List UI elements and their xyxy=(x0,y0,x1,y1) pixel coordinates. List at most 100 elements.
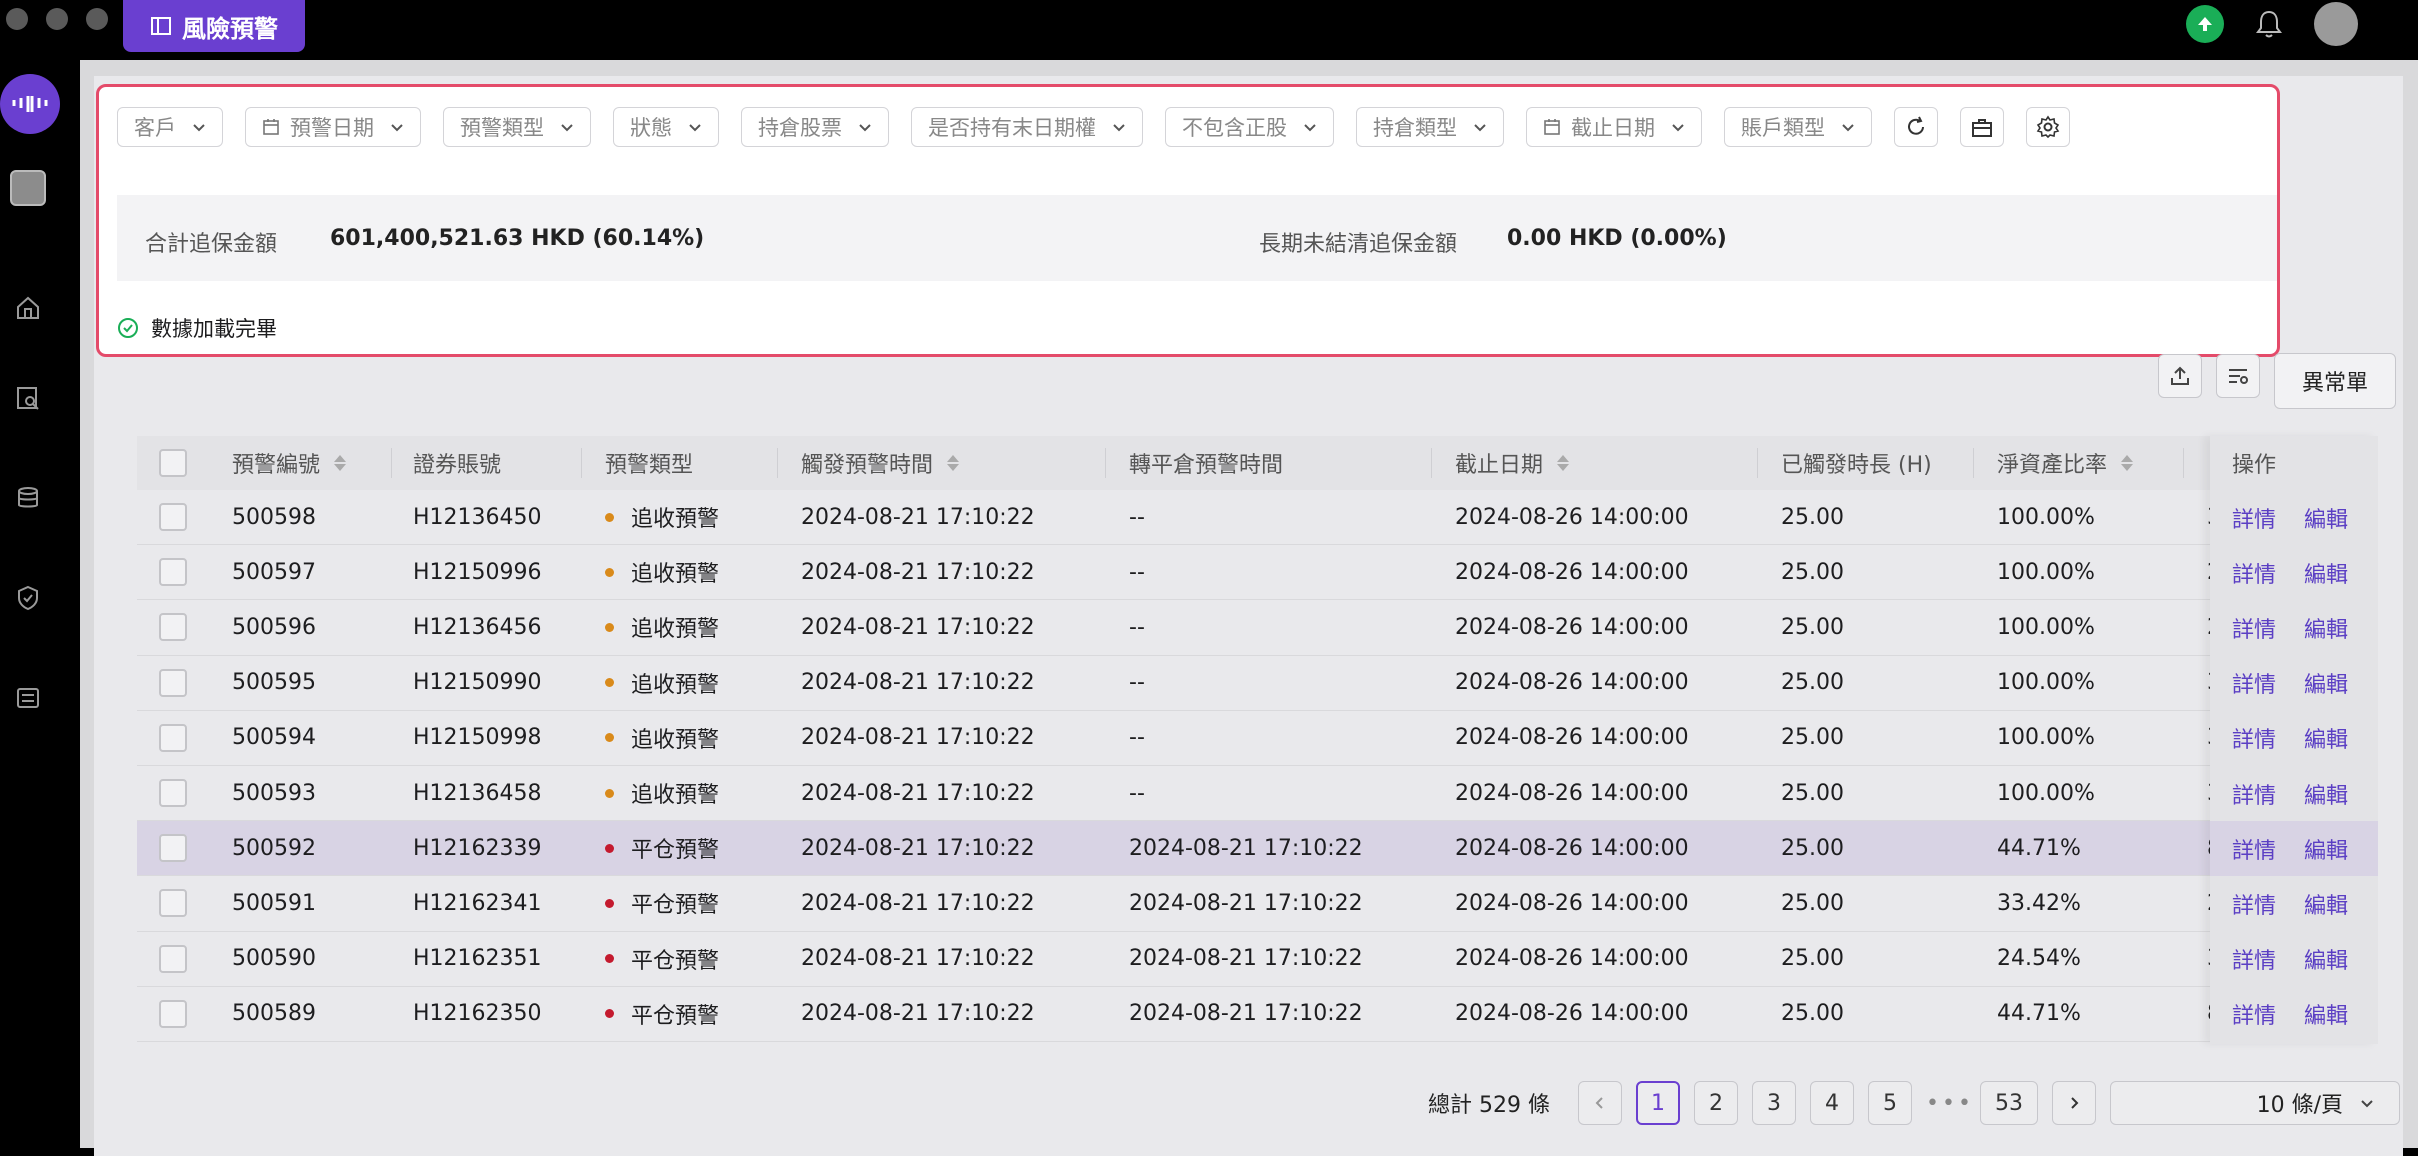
filter-dropdown-8[interactable]: 截止日期 xyxy=(1526,107,1702,147)
filter-dropdown-6[interactable]: 不包含正股 xyxy=(1165,107,1334,147)
row-checkbox[interactable] xyxy=(159,889,187,918)
page-button-1[interactable]: 1 xyxy=(1635,1081,1680,1125)
edit-link[interactable]: 編輯 xyxy=(2304,833,2348,865)
settings-button[interactable] xyxy=(2026,107,2070,147)
edit-link[interactable]: 編輯 xyxy=(2304,998,2348,1030)
filter-dropdown-0[interactable]: 客戶 xyxy=(117,107,223,147)
search-report-icon[interactable] xyxy=(10,380,46,416)
filter-dropdown-3[interactable]: 狀態 xyxy=(613,107,719,147)
filter-label: 預警類型 xyxy=(460,116,544,140)
detail-link[interactable]: 詳情 xyxy=(2232,722,2276,754)
cell-text: 2024-08-26 14:00:00 xyxy=(1455,559,1689,585)
app-tab-risk-warning[interactable]: 風險預警 xyxy=(123,0,305,52)
filter-dropdown-5[interactable]: 是否持有末日期權 xyxy=(911,107,1143,147)
row-checkbox[interactable] xyxy=(159,834,187,863)
detail-link[interactable]: 詳情 xyxy=(2232,943,2276,975)
row-checkbox[interactable] xyxy=(159,503,187,532)
toolbox-button[interactable] xyxy=(1960,107,2004,147)
detail-link[interactable]: 詳情 xyxy=(2232,502,2276,534)
refresh-button[interactable] xyxy=(1894,107,1938,147)
row-checkbox[interactable] xyxy=(159,613,187,642)
edit-link[interactable]: 編輯 xyxy=(2304,667,2348,699)
detail-link[interactable]: 詳情 xyxy=(2232,557,2276,589)
edit-link[interactable]: 編輯 xyxy=(2304,502,2348,534)
sort-icon[interactable] xyxy=(334,455,347,471)
row-checkbox[interactable] xyxy=(159,779,187,808)
table-row[interactable]: 500589 H12162350 平仓預警 2024-08-21 17:10:22 20… xyxy=(137,986,2378,1042)
row-checkbox[interactable] xyxy=(159,668,187,697)
sort-icon[interactable] xyxy=(947,455,960,471)
home-icon[interactable] xyxy=(10,290,46,326)
edit-link[interactable]: 編輯 xyxy=(2304,557,2348,589)
cell-text: 2024-08-21 17:10:22 xyxy=(801,835,1035,861)
table-row[interactable]: 500596 H12136456 追收預警 2024-08-21 17:10:22 --… xyxy=(137,600,2378,656)
notification-bell-icon[interactable] xyxy=(2250,5,2288,43)
table-row[interactable]: 500591 H12162341 平仓預警 2024-08-21 17:10:22 20… xyxy=(137,876,2378,932)
edit-link[interactable]: 編輯 xyxy=(2304,888,2348,920)
shield-icon[interactable] xyxy=(10,580,46,616)
sort-icon[interactable] xyxy=(2121,455,2134,471)
row-checkbox[interactable] xyxy=(159,944,187,973)
table-row[interactable]: 500595 H12150990 追收預警 2024-08-21 17:10:22 --… xyxy=(137,655,2378,711)
row-checkbox[interactable] xyxy=(159,999,187,1028)
row-checkbox[interactable] xyxy=(159,723,187,752)
table-row[interactable]: 500594 H12150998 追收預警 2024-08-21 17:10:22 --… xyxy=(137,710,2378,766)
table-row[interactable]: 500597 H12150996 追收預警 2024-08-21 17:10:22 --… xyxy=(137,545,2378,601)
settings-panel-icon[interactable] xyxy=(10,680,46,716)
filter-dropdown-9[interactable]: 賬戶類型 xyxy=(1724,107,1872,147)
select-all-checkbox[interactable] xyxy=(159,449,187,477)
operation-cell: 詳情 編輯 xyxy=(2210,711,2378,766)
edit-link[interactable]: 編輯 xyxy=(2304,612,2348,644)
database-icon[interactable] xyxy=(10,480,46,516)
abnormal-orders-button[interactable]: 異常單 xyxy=(2274,353,2396,409)
column-header-1[interactable]: 預警編號 xyxy=(232,436,442,490)
detail-link[interactable]: 詳情 xyxy=(2232,612,2276,644)
next-page-button[interactable] xyxy=(2051,1081,2096,1125)
row-checkbox[interactable] xyxy=(159,558,187,587)
window-minimize-button[interactable] xyxy=(46,8,68,30)
export-button[interactable] xyxy=(2158,354,2202,398)
detail-link[interactable]: 詳情 xyxy=(2232,888,2276,920)
filter-dropdown-4[interactable]: 持倉股票 xyxy=(741,107,889,147)
pagination-ellipsis[interactable]: ••• xyxy=(1926,1091,1971,1116)
filter-dropdown-2[interactable]: 預警類型 xyxy=(443,107,591,147)
table-row[interactable]: 500590 H12162351 平仓預警 2024-08-21 17:10:22 20… xyxy=(137,931,2378,987)
cell-ratio: 44.71% xyxy=(1997,987,2217,1041)
filter-dropdown-7[interactable]: 持倉類型 xyxy=(1356,107,1504,147)
app-logo-icon[interactable] xyxy=(0,74,60,134)
page-button-last[interactable]: 53 xyxy=(1979,1081,2038,1125)
column-header-5: 轉平倉預警時間 xyxy=(1129,436,1499,490)
prev-page-button[interactable] xyxy=(1577,1081,1622,1125)
edit-link[interactable]: 編輯 xyxy=(2304,722,2348,754)
cell-text: 2024-08-26 14:00:00 xyxy=(1455,614,1689,640)
upgrade-icon[interactable] xyxy=(2186,5,2224,43)
window-close-button[interactable] xyxy=(6,8,28,30)
column-header-4[interactable]: 觸發預警時間 xyxy=(801,436,1181,490)
user-avatar[interactable] xyxy=(2314,2,2358,46)
detail-link[interactable]: 詳情 xyxy=(2232,667,2276,699)
page-button-4[interactable]: 4 xyxy=(1809,1081,1854,1125)
column-header-6[interactable]: 截止日期 xyxy=(1455,436,1815,490)
window-maximize-button[interactable] xyxy=(86,8,108,30)
detail-link[interactable]: 詳情 xyxy=(2232,998,2276,1030)
total-margin-call-value: 601,400,521.63 HKD (60.14%) xyxy=(330,226,705,251)
table-row[interactable]: 500593 H12136458 追收預警 2024-08-21 17:10:22 --… xyxy=(137,765,2378,822)
sort-icon[interactable] xyxy=(1557,455,1570,471)
column-settings-button[interactable] xyxy=(2216,354,2260,398)
load-status: 數據加載完畢 xyxy=(117,313,277,343)
page-button-2[interactable]: 2 xyxy=(1693,1081,1738,1125)
edit-link[interactable]: 編輯 xyxy=(2304,943,2348,975)
filter-dropdown-1[interactable]: 預警日期 xyxy=(245,107,421,147)
detail-link[interactable]: 詳情 xyxy=(2232,778,2276,810)
workspace-icon[interactable] xyxy=(10,170,46,206)
detail-link[interactable]: 詳情 xyxy=(2232,833,2276,865)
calendar-icon xyxy=(262,118,280,136)
table-row[interactable]: 500592 H12162339 平仓預警 2024-08-21 17:10:22 20… xyxy=(137,821,2378,877)
page-button-5[interactable]: 5 xyxy=(1867,1081,1912,1125)
cell-id: 500590 xyxy=(232,932,422,986)
page-size-select[interactable]: 10 條/頁 xyxy=(2110,1081,2400,1125)
page-button-3[interactable]: 3 xyxy=(1751,1081,1796,1125)
table-row[interactable]: 500598 H12136450 追收預警 2024-08-21 17:10:22 --… xyxy=(137,490,2378,546)
edit-link[interactable]: 編輯 xyxy=(2304,778,2348,810)
column-header-8[interactable]: 淨資產比率 xyxy=(1997,436,2237,490)
